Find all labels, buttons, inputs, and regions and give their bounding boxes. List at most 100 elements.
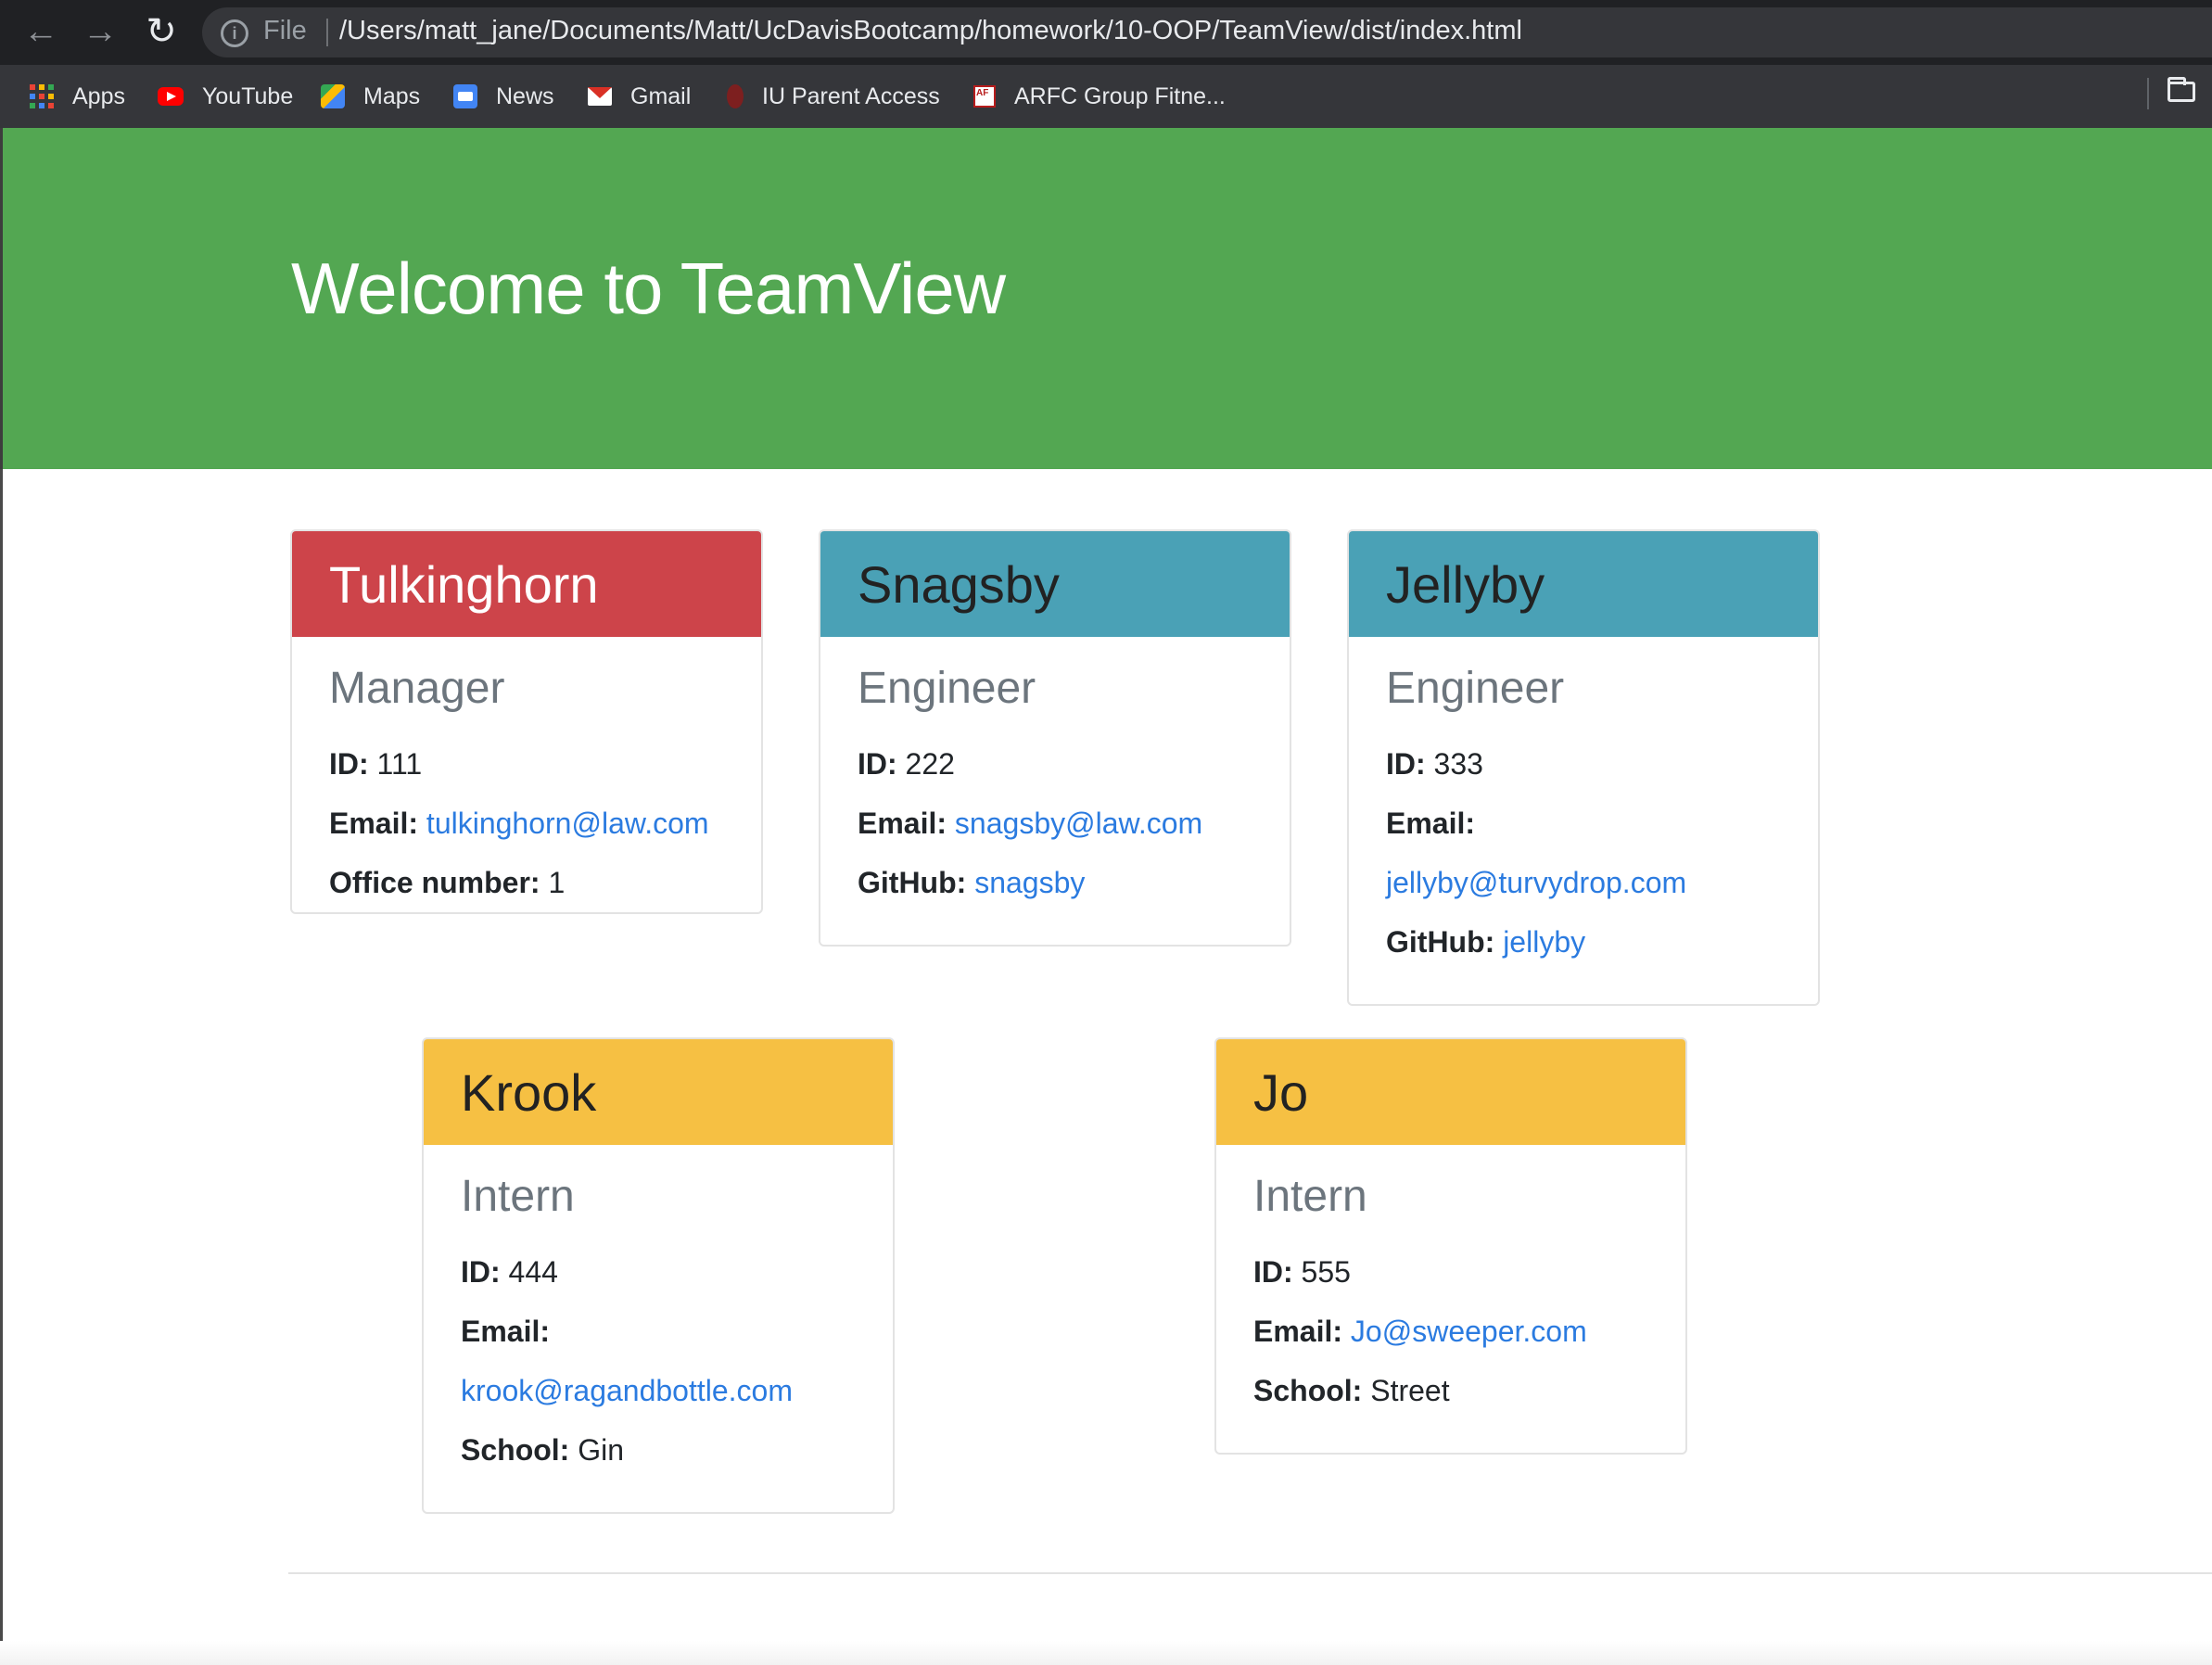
employee-name: Krook — [461, 1062, 597, 1122]
url-text[interactable]: /Users/matt_jane/Documents/Matt/UcDavisB… — [339, 16, 1522, 46]
employee-card-manager: Tulkinghorn Manager ID: 111 Email: tulki… — [290, 529, 763, 914]
email-label: Email: — [461, 1315, 551, 1348]
employee-role: Engineer — [858, 664, 1036, 713]
bookmark-label: IU Parent Access — [762, 83, 940, 109]
email-label: Email: — [858, 807, 947, 840]
github-row: GitHub: jellyby — [1386, 912, 1781, 972]
employee-card-intern: Jo Intern ID: 555 Email: Jo@sweeper.com … — [1214, 1037, 1687, 1455]
card-header: Jellyby — [1349, 531, 1818, 637]
school-label: School: — [1253, 1374, 1363, 1407]
jumbotron: Welcome to TeamView — [0, 128, 2212, 469]
email-row-wrapped: jellyby@turvydrop.com — [1386, 853, 1781, 912]
bookmark-label: News — [496, 83, 554, 109]
browser-toolbar: ← → ↻ i File /Users/matt_jane/Documents/… — [0, 0, 2212, 65]
school-row: School: Gin — [461, 1420, 856, 1480]
bookmark-maps[interactable]: Maps — [321, 65, 420, 128]
card-header: Snagsby — [820, 531, 1290, 637]
address-bar[interactable]: i File /Users/matt_jane/Documents/Matt/U… — [202, 7, 2212, 57]
back-arrow-icon[interactable]: ← — [17, 7, 65, 56]
bookmark-youtube[interactable]: YouTube — [158, 65, 293, 128]
office-row: Office number: 1 — [329, 853, 724, 912]
reload-icon[interactable]: ↻ — [137, 7, 185, 56]
bookmark-news[interactable]: News — [453, 65, 554, 128]
gmail-icon — [588, 87, 612, 106]
bookmark-apps[interactable]: Apps — [30, 65, 125, 128]
employee-card-engineer: Snagsby Engineer ID: 222 Email: snagsby@… — [819, 529, 1291, 947]
school-row: School: Street — [1253, 1361, 1648, 1420]
employee-name: Tulkinghorn — [329, 554, 599, 614]
window-edge — [0, 469, 3, 1665]
employee-role: Engineer — [1386, 664, 1565, 713]
bookmark-label: Apps — [72, 83, 125, 109]
employee-name: Jellyby — [1386, 554, 1545, 614]
employee-name: Snagsby — [858, 554, 1060, 614]
info-icon[interactable]: i — [221, 19, 248, 47]
card-body: Intern ID: 555 Email: Jo@sweeper.com Sch… — [1216, 1145, 1685, 1420]
bookmark-label: YouTube — [202, 83, 294, 109]
address-divider — [326, 19, 328, 46]
card-header: Tulkinghorn — [292, 531, 761, 637]
school-value: Gin — [578, 1433, 625, 1467]
employee-role: Intern — [461, 1172, 575, 1221]
folder-icon[interactable] — [2168, 77, 2195, 102]
github-row: GitHub: snagsby — [858, 853, 1252, 912]
id-label: ID: — [1386, 747, 1426, 781]
bookmark-label: ARFC Group Fitne... — [1014, 83, 1226, 109]
card-body: Engineer ID: 333 Email: jellyby@turvydro… — [1349, 637, 1818, 972]
page-bottom — [0, 1641, 2212, 1665]
employee-role: Intern — [1253, 1172, 1367, 1221]
office-label: Office number: — [329, 866, 540, 899]
id-row: ID: 222 — [858, 734, 1252, 794]
id-row: ID: 444 — [461, 1242, 856, 1302]
github-link[interactable]: snagsby — [974, 866, 1085, 899]
email-label: Email: — [1386, 807, 1476, 840]
card-body: Intern ID: 444 Email: krook@ragandbottle… — [424, 1145, 893, 1480]
employee-role: Manager — [329, 664, 505, 713]
github-link[interactable]: jellyby — [1503, 925, 1585, 959]
email-row-wrapped: krook@ragandbottle.com — [461, 1361, 856, 1420]
email-label: Email: — [329, 807, 419, 840]
email-link[interactable]: tulkinghorn@law.com — [426, 807, 709, 840]
id-value: 444 — [508, 1255, 558, 1289]
email-link[interactable]: Jo@sweeper.com — [1351, 1315, 1587, 1348]
card-header: Krook — [424, 1039, 893, 1145]
bookmark-label: Maps — [363, 83, 421, 109]
bookmark-label: Gmail — [630, 83, 692, 109]
email-link[interactable]: jellyby@turvydrop.com — [1386, 866, 1686, 899]
employee-card-intern: Krook Intern ID: 444 Email: krook@ragand… — [422, 1037, 895, 1514]
id-row: ID: 333 — [1386, 734, 1781, 794]
bookmark-iu-parent-access[interactable]: IU Parent Access — [727, 65, 940, 128]
email-row: Email: snagsby@law.com — [858, 794, 1252, 853]
file-label: File — [263, 16, 307, 45]
youtube-icon — [158, 87, 184, 106]
news-icon — [453, 84, 477, 108]
arfc-icon — [973, 85, 996, 108]
id-value: 333 — [1433, 747, 1483, 781]
school-value: Street — [1370, 1374, 1450, 1407]
id-value: 222 — [905, 747, 955, 781]
email-row: Email: — [1386, 794, 1781, 853]
email-link[interactable]: snagsby@law.com — [955, 807, 1202, 840]
employee-card-engineer: Jellyby Engineer ID: 333 Email: jellyby@… — [1347, 529, 1820, 1006]
bookmark-gmail[interactable]: Gmail — [588, 65, 691, 128]
card-header: Jo — [1216, 1039, 1685, 1145]
forward-arrow-icon[interactable]: → — [76, 7, 124, 56]
bookmarks-bar: Apps YouTube Maps News Gmail IU Parent A… — [0, 65, 2212, 129]
id-label: ID: — [461, 1255, 501, 1289]
apps-grid-icon — [30, 84, 54, 108]
email-row: Email: Jo@sweeper.com — [1253, 1302, 1648, 1361]
school-label: School: — [461, 1433, 570, 1467]
github-label: GitHub: — [1386, 925, 1495, 959]
card-body: Manager ID: 111 Email: tulkinghorn@law.c… — [292, 637, 761, 912]
github-label: GitHub: — [858, 866, 967, 899]
page-title: Welcome to TeamView — [291, 248, 1006, 329]
id-label: ID: — [1253, 1255, 1293, 1289]
iu-icon — [727, 84, 744, 108]
card-body: Engineer ID: 222 Email: snagsby@law.com … — [820, 637, 1290, 912]
bookmarks-divider — [2147, 78, 2149, 109]
id-value: 111 — [376, 747, 423, 781]
email-link[interactable]: krook@ragandbottle.com — [461, 1374, 793, 1407]
maps-icon — [321, 84, 345, 108]
employee-name: Jo — [1253, 1062, 1309, 1122]
bookmark-arfc[interactable]: ARFC Group Fitne... — [973, 65, 1226, 128]
